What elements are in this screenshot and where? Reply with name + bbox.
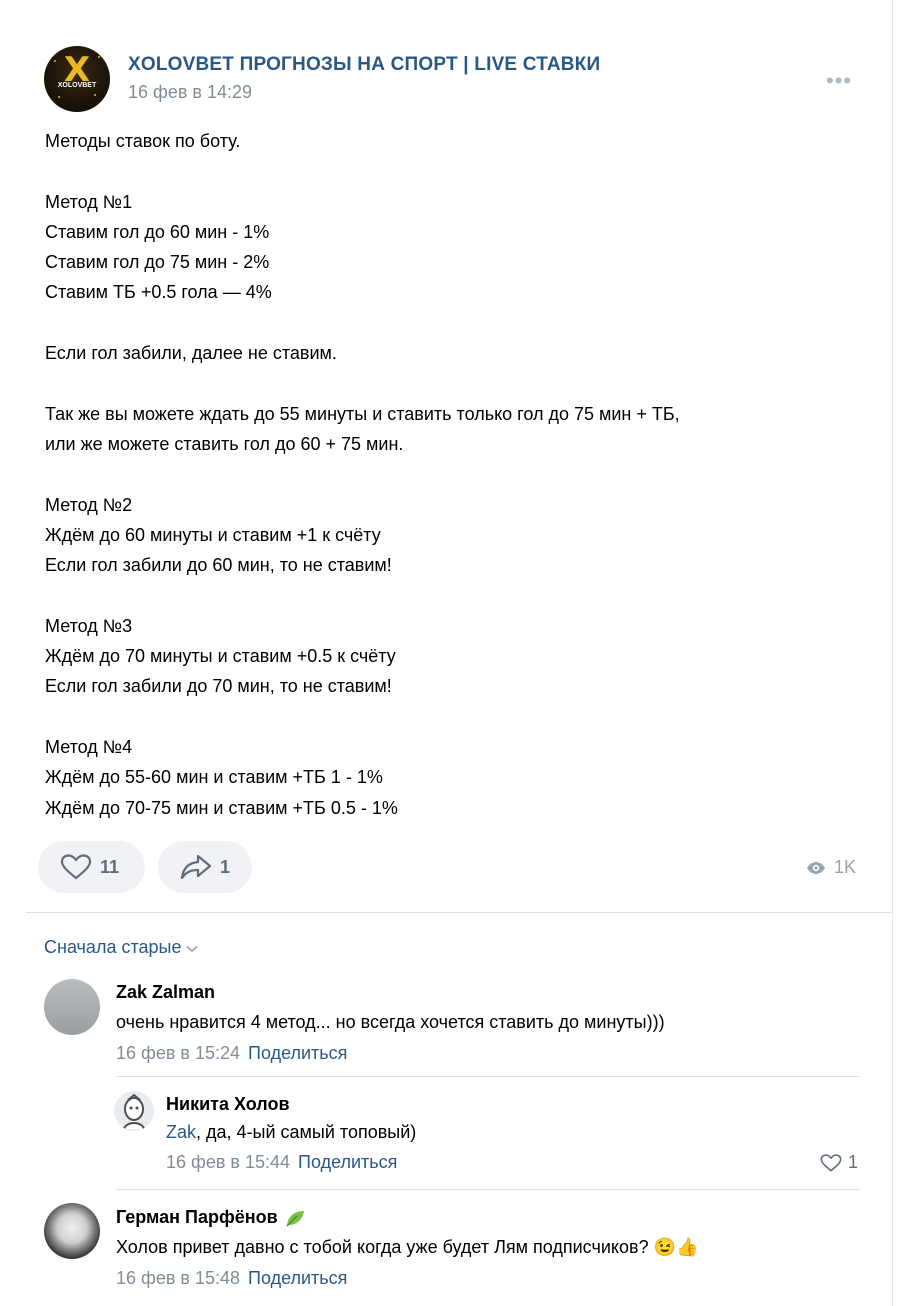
views-counter: 1K bbox=[806, 857, 856, 878]
comment-meta: 16 фев в 15:48 Поделиться bbox=[116, 1268, 347, 1289]
comment-share-link[interactable]: Поделиться bbox=[248, 1268, 347, 1288]
more-options-icon[interactable]: ••• bbox=[826, 68, 852, 94]
post-text-line bbox=[45, 308, 865, 338]
post-text-line: Если гол забили до 70 мин, то не ставим! bbox=[45, 676, 392, 697]
wall-post: X XOLOVBET XOLOVBET ПРОГНОЗЫ НА СПОРТ | … bbox=[0, 0, 893, 1306]
comment-separator bbox=[116, 1076, 860, 1077]
avatar-figure bbox=[123, 1093, 145, 1130]
reply-like-button[interactable]: 1 bbox=[820, 1152, 858, 1173]
post-date[interactable]: 16 фев в 14:29 bbox=[128, 82, 252, 103]
comment-text: Холов привет давно с тобой когда уже буд… bbox=[116, 1237, 698, 1258]
comment-text: очень нравится 4 метод... но всегда хоче… bbox=[116, 1012, 665, 1032]
post-text-line bbox=[45, 156, 865, 186]
comment-author[interactable]: Герман Парфёнов bbox=[116, 1207, 278, 1228]
sort-label: Сначала старые bbox=[44, 937, 182, 957]
reply-meta: 16 фев в 15:44 Поделиться bbox=[166, 1152, 397, 1173]
post-text-line: Методы ставок по боту. bbox=[45, 131, 241, 151]
comment-emoji: 😉👍 bbox=[653, 1237, 699, 1257]
chevron-down-icon bbox=[186, 945, 199, 953]
comment-meta: 16 фев в 15:24 Поделиться bbox=[116, 1043, 347, 1064]
group-avatar[interactable]: X XOLOVBET bbox=[44, 46, 110, 112]
share-count: 1 bbox=[220, 856, 231, 877]
reply-avatar[interactable] bbox=[114, 1091, 154, 1131]
post-text-line bbox=[45, 580, 865, 610]
post-text-line bbox=[45, 702, 865, 732]
share-button[interactable]: 1 bbox=[158, 841, 252, 893]
post-text-line: Метод №4 bbox=[45, 736, 133, 757]
post-text-line: Так же вы можете ждать до 55 минуты и ст… bbox=[45, 403, 680, 424]
like-button[interactable]: 11 bbox=[38, 841, 145, 893]
comment-date[interactable]: 16 фев в 15:48 bbox=[116, 1268, 240, 1288]
heart-icon bbox=[60, 854, 92, 880]
post-text-line: Метод №2 bbox=[45, 494, 133, 515]
reply-share-link[interactable]: Поделиться bbox=[298, 1152, 397, 1172]
comment-author-row: Герман Парфёнов bbox=[116, 1207, 306, 1228]
eye-icon bbox=[807, 861, 825, 874]
share-arrow-icon bbox=[180, 854, 212, 880]
reply-author[interactable]: Никита Холов bbox=[166, 1094, 290, 1115]
post-text-line: Ждём до 70 минуты и ставим +0.5 к счёту bbox=[45, 646, 396, 667]
leaf-icon bbox=[286, 1210, 304, 1227]
post-text-line: Если гол забили до 60 мин, то не ставим! bbox=[45, 555, 392, 576]
comment-body: Холов привет давно с тобой когда уже буд… bbox=[116, 1237, 654, 1257]
post-text-line: Ставим гол до 75 мин - 2% bbox=[45, 252, 270, 273]
post-text-line: Ставим ТБ +0.5 гола — 4% bbox=[45, 282, 272, 303]
reply-body: , да, 4-ый самый топовый) bbox=[196, 1122, 417, 1142]
like-count: 11 bbox=[100, 856, 120, 877]
heart-icon bbox=[820, 1153, 842, 1171]
post-text-line: или же можете ставить гол до 60 + 75 мин… bbox=[45, 433, 404, 454]
avatar-sparkle bbox=[98, 56, 100, 58]
reply-date[interactable]: 16 фев в 15:44 bbox=[166, 1152, 290, 1172]
mention-link[interactable]: Zak bbox=[166, 1122, 196, 1142]
avatar-sparkle bbox=[54, 60, 56, 62]
reply-text: Zak, да, 4-ый самый топовый) bbox=[166, 1122, 416, 1143]
post-text: Методы ставок по боту. Метод №1 Ставим гол… bbox=[45, 126, 865, 823]
comment-date[interactable]: 16 фев в 15:24 bbox=[116, 1043, 240, 1063]
post-text-line: Ждём до 60 минуты и ставим +1 к счёту bbox=[45, 524, 381, 545]
avatar-logo-brand: XOLOVBET bbox=[57, 82, 97, 89]
post-divider bbox=[26, 912, 892, 913]
post-text-line: Метод №1 bbox=[45, 191, 133, 212]
post-text-line: Ставим гол до 60 мин - 1% bbox=[45, 221, 270, 242]
post-text-line bbox=[45, 459, 865, 489]
comment-separator bbox=[116, 1189, 860, 1190]
post-author-link[interactable]: XOLOVBET ПРОГНОЗЫ НА СПОРТ | LIVE СТАВКИ bbox=[128, 54, 600, 76]
comment-author[interactable]: Zak Zalman bbox=[116, 982, 215, 1003]
post-text-line: Ждём до 55-60 мин и ставим +ТБ 1 - 1% bbox=[45, 767, 383, 788]
post-text-line: Если гол забили, далее не ставим. bbox=[45, 343, 337, 364]
views-count: 1K bbox=[834, 857, 857, 877]
comment-avatar[interactable] bbox=[44, 1203, 100, 1259]
avatar-sparkle bbox=[94, 94, 96, 96]
comment-share-link[interactable]: Поделиться bbox=[248, 1043, 347, 1063]
post-text-line bbox=[45, 368, 865, 398]
comment-avatar[interactable] bbox=[44, 979, 100, 1035]
comments-sort-dropdown[interactable]: Сначала старые bbox=[44, 937, 199, 958]
post-text-line: Ждём до 70-75 мин и ставим +ТБ 0.5 - 1% bbox=[45, 797, 398, 818]
avatar-sparkle bbox=[58, 96, 60, 98]
post-text-line: Метод №3 bbox=[45, 615, 133, 636]
reply-like-count: 1 bbox=[848, 1152, 859, 1172]
